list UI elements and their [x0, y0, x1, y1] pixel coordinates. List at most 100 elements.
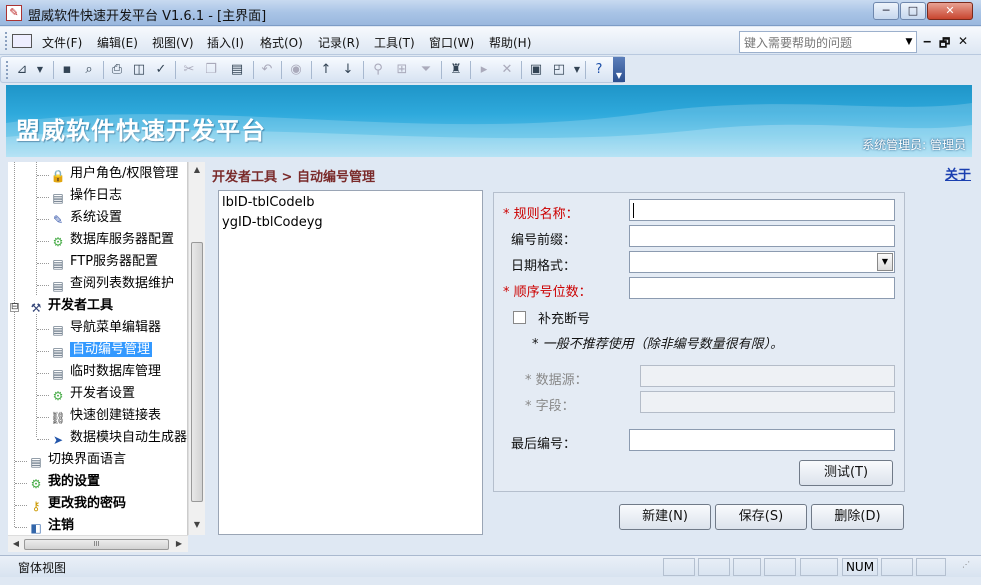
menu-edit[interactable]: 编辑(E) — [97, 34, 138, 51]
mdi-restore-button[interactable]: 🗗 — [939, 34, 950, 55]
ruler-icon[interactable]: ⊿ — [13, 61, 31, 79]
save-button[interactable]: 保存(S) — [715, 504, 807, 530]
save-icon[interactable]: ▪ — [58, 61, 76, 79]
menu-records[interactable]: 记录(R) — [318, 34, 360, 51]
tree-item-lookup-data[interactable]: ▤ 查阅列表数据维护 — [50, 274, 174, 294]
spellcheck-icon[interactable]: ✓ — [152, 61, 170, 79]
find-icon[interactable]: ♜ — [447, 61, 465, 79]
tree-item-module-generator[interactable]: ➤ 数据模块自动生成器 — [50, 428, 187, 448]
last-number-input[interactable] — [629, 429, 895, 451]
chevron-down-icon[interactable]: ▼ — [568, 61, 586, 79]
date-format-select[interactable]: ▼ — [629, 251, 895, 273]
database-window-icon[interactable]: ▣ — [527, 61, 545, 79]
scroll-up-icon[interactable]: ▲ — [189, 162, 205, 178]
menu-file[interactable]: 文件(F) — [42, 34, 82, 51]
minimize-button[interactable]: ─ — [873, 2, 899, 20]
chevron-down-icon[interactable]: ▼ — [31, 61, 49, 79]
tree-vertical-scrollbar[interactable]: ▲ ▼ — [188, 162, 205, 535]
prefix-input[interactable] — [629, 225, 895, 247]
tree-item-operation-log[interactable]: ▤ 操作日志 — [50, 186, 122, 206]
print-icon[interactable]: ⎙ — [108, 61, 126, 79]
tree-item-ftp-config[interactable]: ▤ FTP服务器配置 — [50, 252, 158, 272]
tree-item-create-linked-table[interactable]: ⛓ 快速创建链接表 — [50, 406, 161, 426]
document-icon: ▤ — [52, 323, 64, 337]
scroll-thumb[interactable]: III — [24, 539, 169, 550]
sort-ascending-icon[interactable]: ↑ — [317, 61, 335, 79]
scroll-left-icon[interactable]: ◀ — [8, 536, 24, 552]
new-record-icon[interactable]: ▸ — [475, 61, 493, 79]
copy-icon[interactable]: ❐ — [202, 61, 220, 79]
help-icon[interactable]: ? — [590, 61, 608, 79]
scroll-thumb[interactable] — [191, 242, 203, 502]
toolbar-grip[interactable] — [6, 61, 9, 79]
fill-gaps-checkbox[interactable] — [513, 311, 526, 324]
resize-grip-icon[interactable]: ⋰ — [962, 560, 974, 572]
filter-by-form-icon[interactable]: ⊞ — [393, 61, 411, 79]
paste-icon[interactable]: ▤ — [228, 61, 246, 79]
field-input[interactable] — [640, 391, 895, 413]
new-object-icon[interactable]: ◰ — [550, 61, 568, 79]
chevron-down-icon[interactable]: ▼ — [902, 32, 916, 52]
delete-button[interactable]: 删除(D) — [811, 504, 904, 530]
filter-by-selection-icon[interactable]: ⚲ — [369, 61, 387, 79]
num-lock-indicator: NUM — [842, 558, 878, 576]
scroll-down-icon[interactable]: ▼ — [189, 517, 205, 533]
delete-record-icon[interactable]: ✕ — [498, 61, 516, 79]
sort-descending-icon[interactable]: ↓ — [339, 61, 357, 79]
tree-horizontal-scrollbar[interactable]: ◀ III ▶ — [8, 535, 188, 552]
tree-item-change-password[interactable]: ⚷ 更改我的密码 — [28, 494, 126, 514]
window-title: 盟威软件快速开发平台 V1.6.1 - [主界面] — [28, 9, 267, 24]
menu-window[interactable]: 窗口(W) — [429, 34, 474, 51]
tree-item-user-roles[interactable]: 🔒 用户角色/权限管理 — [50, 164, 179, 184]
rule-name-input[interactable] — [629, 199, 895, 221]
seq-digits-input[interactable] — [629, 277, 895, 299]
cut-icon[interactable]: ✂ — [180, 61, 198, 79]
about-link[interactable]: 关于 — [945, 164, 971, 183]
tree-item-developer-settings[interactable]: ⚙ 开发者设置 — [50, 384, 135, 404]
tree-item-system-settings[interactable]: ✎ 系统设置 — [50, 208, 122, 228]
tree-item-temp-db[interactable]: ▤ 临时数据库管理 — [50, 362, 161, 382]
help-search-input[interactable]: 键入需要帮助的问题 — [739, 31, 917, 53]
menu-insert[interactable]: 插入(I) — [207, 34, 244, 51]
rule-list[interactable]: lbID-tblCodelb ygID-tblCodeyg — [218, 190, 483, 535]
mdi-close-button[interactable]: ✕ — [958, 34, 968, 48]
test-button[interactable]: 测试(T) — [799, 460, 893, 486]
document-icon: ▤ — [52, 345, 64, 359]
new-button[interactable]: 新建(N) — [619, 504, 711, 530]
status-bar: 窗体视图 NUM — [0, 555, 981, 577]
undo-icon[interactable]: ↶ — [258, 61, 276, 79]
document-icon: ▤ — [52, 191, 64, 205]
list-item[interactable]: ygID-tblCodeyg — [222, 215, 323, 230]
tree-item-logout[interactable]: ◧ 注销 — [28, 516, 74, 535]
menu-help[interactable]: 帮助(H) — [489, 34, 531, 51]
datasource-label: * 数据源： — [525, 373, 588, 388]
tree-item-switch-language[interactable]: ▤ 切换界面语言 — [28, 450, 126, 470]
chevron-down-icon[interactable]: ▼ — [877, 253, 893, 271]
menubar-grip[interactable] — [5, 32, 8, 50]
datasource-input[interactable] — [640, 365, 895, 387]
menu-format[interactable]: 格式(O) — [260, 34, 303, 51]
tree-item-my-settings[interactable]: ⚙ 我的设置 — [28, 472, 100, 492]
close-button[interactable]: ✕ — [927, 2, 973, 20]
link-icon[interactable]: ◉ — [287, 61, 305, 79]
search-file-icon[interactable]: ⌕ — [80, 61, 98, 79]
app-icon: ✎ — [6, 5, 22, 21]
breadcrumb: 开发者工具 > 自动编号管理 — [212, 170, 375, 185]
tree-expander-developer-tools[interactable]: ⊟ — [10, 303, 19, 312]
filter-icon[interactable]: ⏷ — [417, 61, 435, 79]
field-label: * 字段： — [525, 399, 575, 414]
maximize-button[interactable]: □ — [900, 2, 926, 20]
tree-item-developer-tools[interactable]: ⚒ 开发者工具 — [28, 296, 113, 316]
menu-tools[interactable]: 工具(T) — [374, 34, 415, 51]
mdi-minimize-button[interactable]: ‒ — [923, 34, 931, 48]
tree-item-db-server-config[interactable]: ⚙ 数据库服务器配置 — [50, 230, 174, 250]
list-item[interactable]: lbID-tblCodelb — [222, 195, 315, 210]
scroll-right-icon[interactable]: ▶ — [171, 536, 187, 552]
form-icon[interactable] — [12, 34, 32, 48]
gear-icon: ⚙ — [52, 389, 64, 403]
toolbar-options-button[interactable]: ▼ — [613, 57, 625, 82]
menu-view[interactable]: 视图(V) — [152, 34, 194, 51]
tree-item-auto-numbering[interactable]: ▤ 自动编号管理 — [50, 340, 153, 360]
tree-item-nav-menu-editor[interactable]: ▤ 导航菜单编辑器 — [50, 318, 161, 338]
print-preview-icon[interactable]: ◫ — [130, 61, 148, 79]
